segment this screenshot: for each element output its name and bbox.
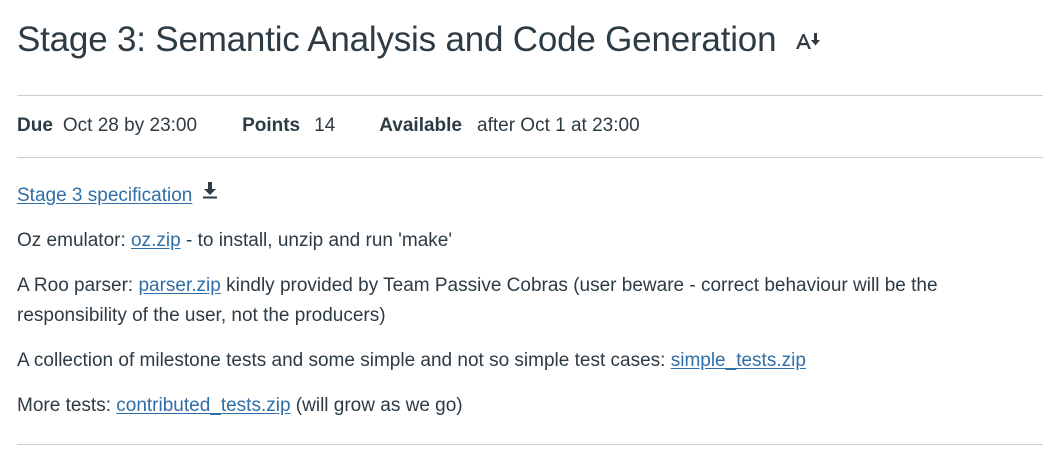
due-group: Due Oct 28 by 23:00 <box>17 114 197 138</box>
more-suffix: (will grow as we go) <box>290 395 463 416</box>
points-label: Points <box>242 115 301 136</box>
divider-bottom <box>17 444 1043 445</box>
parser-paragraph: A Roo parser: parser.zip kindly provided… <box>17 271 1027 331</box>
page-title: Stage 3: Semantic Analysis and Code Gene… <box>17 20 777 59</box>
title-row: Stage 3: Semantic Analysis and Code Gene… <box>17 18 822 62</box>
available-group: Available after Oct 1 at 23:00 <box>379 114 639 138</box>
immersive-reader-icon[interactable] <box>794 30 822 52</box>
divider-top <box>17 95 1043 96</box>
oz-link[interactable]: oz.zip <box>131 230 181 251</box>
simple-tests-link[interactable]: simple_tests.zip <box>671 350 806 371</box>
tests-prefix: A collection of milestone tests and some… <box>17 350 671 371</box>
divider-middle <box>17 157 1043 158</box>
tests-paragraph: A collection of milestone tests and some… <box>17 346 1027 376</box>
available-value: after Oct 1 at 23:00 <box>477 115 640 136</box>
oz-suffix: - to install, unzip and run 'make' <box>180 230 452 251</box>
assignment-details: Due Oct 28 by 23:00 Points 14 Available … <box>17 114 640 138</box>
assignment-description: Stage 3 specification Oz emulator: oz.zi… <box>17 181 1027 436</box>
more-prefix: More tests: <box>17 395 117 416</box>
parser-link[interactable]: parser.zip <box>138 275 220 296</box>
spec-paragraph: Stage 3 specification <box>17 181 1027 211</box>
oz-paragraph: Oz emulator: oz.zip - to install, unzip … <box>17 226 1027 256</box>
points-group: Points 14 <box>242 114 335 138</box>
download-icon[interactable] <box>202 179 218 209</box>
due-value: Oct 28 by 23:00 <box>62 115 198 136</box>
parser-prefix: A Roo parser: <box>17 275 139 296</box>
points-value: 14 <box>314 115 336 136</box>
contributed-tests-link[interactable]: contributed_tests.zip <box>116 395 290 416</box>
more-tests-paragraph: More tests: contributed_tests.zip (will … <box>17 391 1027 421</box>
oz-prefix: Oz emulator: <box>17 230 132 251</box>
spec-link[interactable]: Stage 3 specification <box>17 185 192 206</box>
available-label: Available <box>379 115 462 136</box>
due-label: Due <box>17 115 53 136</box>
